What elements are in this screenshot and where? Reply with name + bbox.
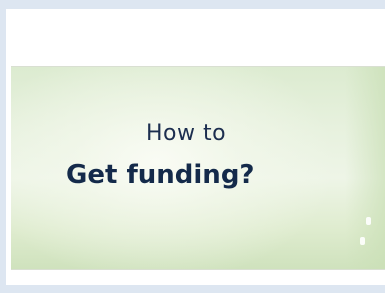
banner-title-line2: Get funding? bbox=[66, 160, 255, 190]
funding-banner[interactable]: How to Get funding? bbox=[11, 66, 385, 270]
banner-edge-decoration bbox=[345, 67, 385, 269]
content-panel: How to Get funding? bbox=[6, 9, 385, 285]
banner-title-line1: How to bbox=[146, 121, 227, 146]
